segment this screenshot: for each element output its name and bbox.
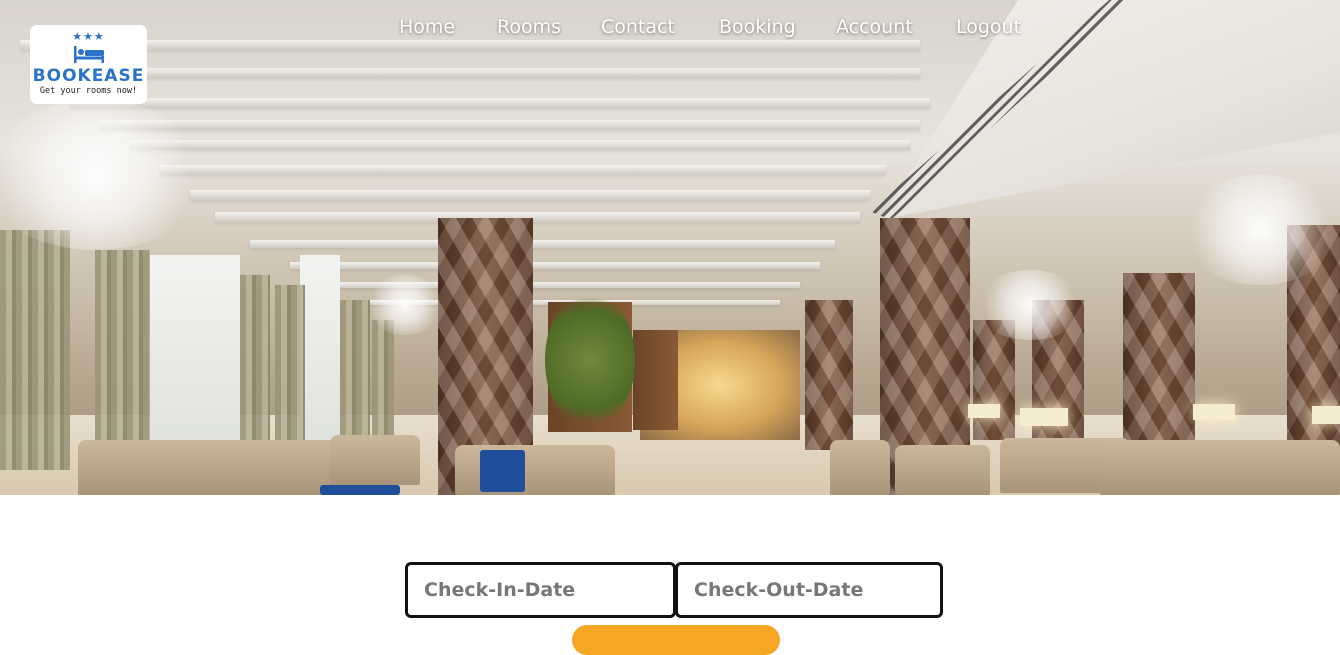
curtain [0,230,70,470]
curtain [275,285,305,445]
sofa [78,440,360,495]
nav-home[interactable]: Home [399,16,455,38]
chandelier [1180,175,1340,285]
brand-name: BOOKEASE [32,66,145,86]
lamp [968,404,1000,418]
check-in-field [405,562,676,618]
ceiling-beam [190,190,870,200]
search-button[interactable] [572,625,780,655]
hero-lobby-image [0,0,1340,495]
wood-wall [633,330,678,430]
sofa [455,445,615,495]
armchair [830,440,890,495]
ceiling-beam [290,262,820,269]
ceiling-beam [160,165,885,175]
blue-pillow [320,485,400,495]
nav-contact[interactable]: Contact [601,16,675,38]
nav-account[interactable]: Account [836,16,913,38]
blue-pillow [480,450,525,492]
pillar [805,300,853,450]
ceiling-beam [250,240,835,248]
ceiling-beam [130,140,910,150]
rating-stars-icon: ★★★ [72,30,105,43]
check-in-input[interactable] [408,565,673,615]
ceiling-beam [20,40,920,50]
pillar [1123,273,1195,453]
nav-rooms[interactable]: Rooms [497,16,561,38]
chandelier [0,100,210,250]
nav-booking[interactable]: Booking [719,16,796,38]
ceiling-beam [215,212,860,222]
nav-logout[interactable]: Logout [956,16,1021,38]
window [150,255,240,445]
check-out-field [675,562,943,618]
ceiling-beam [40,68,920,78]
ceiling-beam [70,98,930,108]
bed-icon [73,46,104,63]
chandelier [365,275,445,335]
lamp [1193,404,1235,420]
brand-logo[interactable]: ★★★ BOOKEASE Get your rooms now! [30,25,147,104]
sofa [1100,440,1340,495]
curtain [372,320,394,435]
check-out-input[interactable] [678,565,940,615]
ceiling-beam [100,120,920,130]
chandelier [975,270,1085,340]
lamp [1020,408,1068,426]
lamp [1312,406,1340,424]
window [300,255,340,445]
sofa [330,435,420,485]
brand-tagline: Get your rooms now! [39,86,138,96]
plant [545,290,635,430]
curtain [340,300,370,440]
armchair [895,445,990,495]
pillar [973,320,1015,440]
